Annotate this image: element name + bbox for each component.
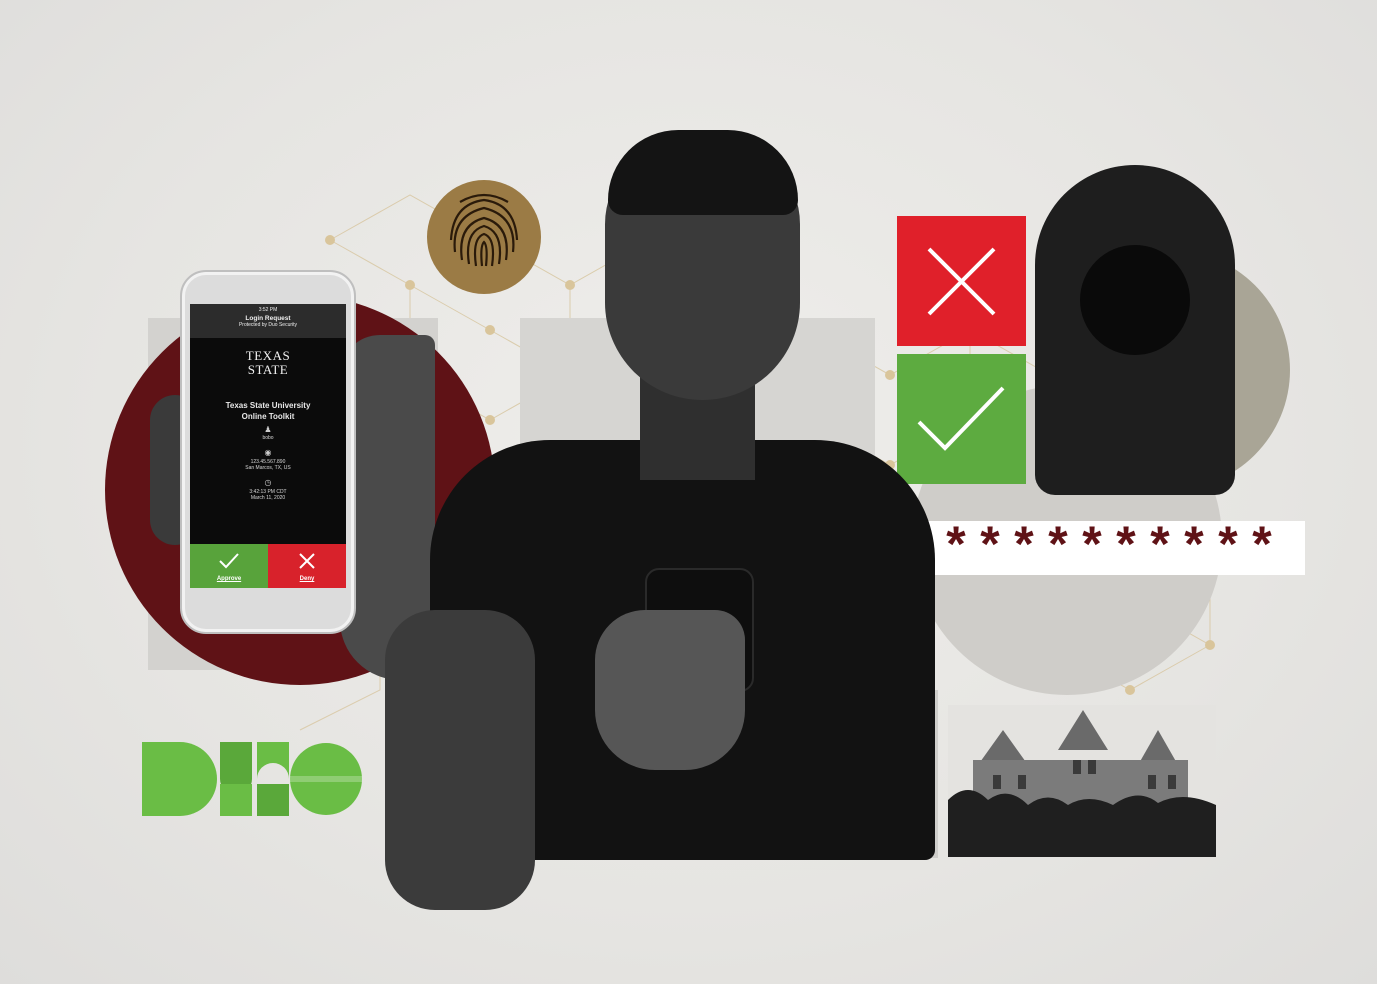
- password-mask: **********: [940, 522, 1282, 579]
- approve-label: Approve: [216, 576, 242, 582]
- check-icon: [917, 386, 1005, 451]
- man-hand: [595, 610, 745, 770]
- duo-logo: [142, 742, 362, 816]
- deny-label: Deny: [299, 576, 315, 582]
- fingerprint-icon: [427, 180, 541, 294]
- phone-screen: 3:52 PM Login Request Protected by Duo S…: [190, 304, 346, 588]
- collage: 3:52 PM Login Request Protected by Duo S…: [0, 0, 1377, 984]
- deny-x-box: [897, 216, 1026, 346]
- app-name-line2: Online Toolkit: [241, 412, 295, 421]
- hacker-face-shadow: [1080, 245, 1190, 355]
- old-main-building: [948, 705, 1216, 857]
- status-time: 3:52 PM: [258, 307, 278, 313]
- man-arm: [385, 610, 535, 910]
- location: San Marcos, TX, US: [245, 465, 291, 471]
- user-icon: ♟: [264, 425, 272, 434]
- check-icon: [219, 553, 239, 569]
- app-name-line1: Texas State University: [225, 401, 311, 410]
- password-field: **********: [917, 521, 1305, 579]
- clock-icon: ◷: [264, 478, 272, 487]
- username: bobo: [262, 435, 274, 441]
- login-request-title: Login Request: [245, 315, 291, 322]
- approve-check-box: [897, 354, 1026, 484]
- man-hair: [608, 130, 798, 215]
- request-date: March 11, 2020: [250, 495, 286, 501]
- x-icon: [299, 553, 315, 569]
- university-logo-line2: STATE: [247, 362, 289, 377]
- location-icon: ◉: [264, 448, 272, 457]
- phone-header: 3:52 PM Login Request Protected by Duo S…: [190, 304, 346, 338]
- duo-phone: 3:52 PM Login Request Protected by Duo S…: [180, 270, 356, 634]
- approve-button[interactable]: Approve: [190, 544, 268, 588]
- login-request-subtitle: Protected by Duo Security: [238, 322, 298, 328]
- deny-button[interactable]: Deny: [268, 544, 346, 588]
- x-icon: [927, 247, 996, 316]
